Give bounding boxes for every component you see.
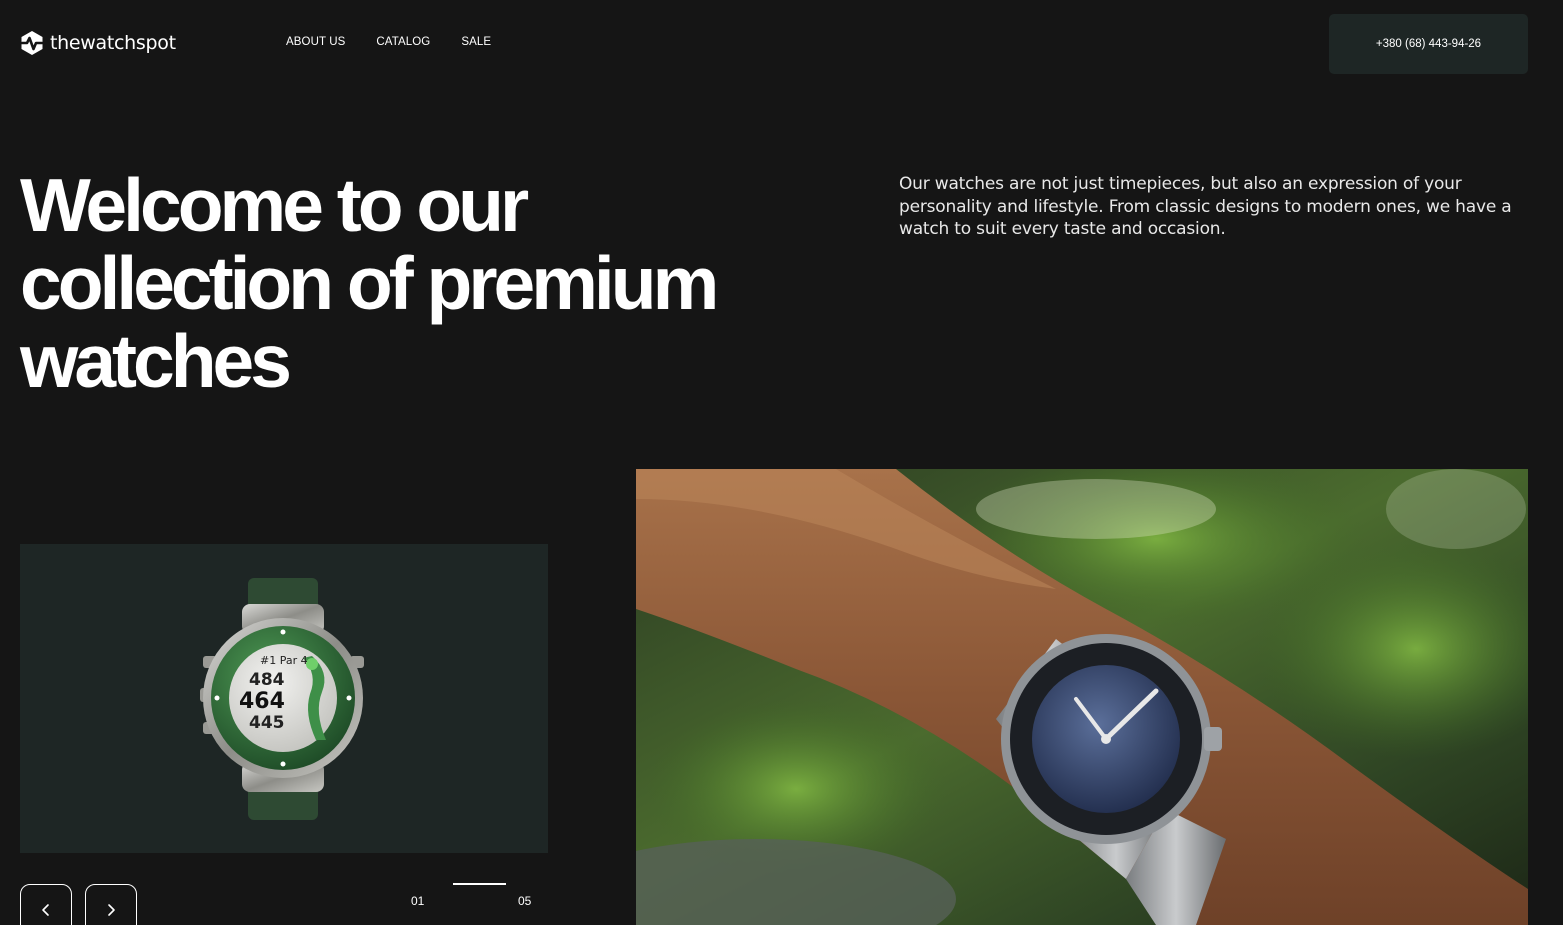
chevron-left-icon [42, 904, 49, 916]
phone-button[interactable]: +380 (68) 443-94-26 [1329, 14, 1528, 74]
hero-photo [636, 469, 1528, 925]
slider-progress-bar [453, 883, 506, 885]
phone-number: +380 (68) 443-94-26 [1375, 38, 1482, 50]
hero-headline: Welcome to our collection of premium wat… [20, 163, 719, 403]
main-nav: ABOUT US CATALOG SALE [286, 36, 491, 48]
nav-sale[interactable]: SALE [461, 36, 491, 48]
slider-prev-button[interactable] [20, 884, 72, 925]
smartwatch-image: #1 Par 4 484 464 445 [200, 578, 364, 820]
nav-about-us[interactable]: ABOUT US [286, 36, 345, 48]
brand-name: thewatchspot [50, 32, 176, 54]
logo-pulse-icon [20, 31, 44, 55]
chevron-right-icon [108, 904, 115, 916]
slider-next-button[interactable] [85, 884, 137, 925]
product-card[interactable]: #1 Par 4 484 464 445 [20, 544, 548, 853]
slider-total-count: 05 [518, 894, 532, 908]
wrist-watch-photo [636, 469, 1528, 925]
hero-description: Our watches are not just timepieces, but… [899, 174, 1512, 239]
watch-display-line2: 484 [249, 670, 285, 690]
watch-display-line1: #1 Par 4 [260, 654, 308, 667]
watch-display-line3: 464 [239, 689, 285, 714]
watch-display-line4: 445 [249, 713, 285, 733]
brand-logo[interactable]: thewatchspot [20, 30, 176, 56]
nav-catalog[interactable]: CATALOG [376, 36, 430, 48]
slider-current-index: 01 [411, 894, 425, 908]
